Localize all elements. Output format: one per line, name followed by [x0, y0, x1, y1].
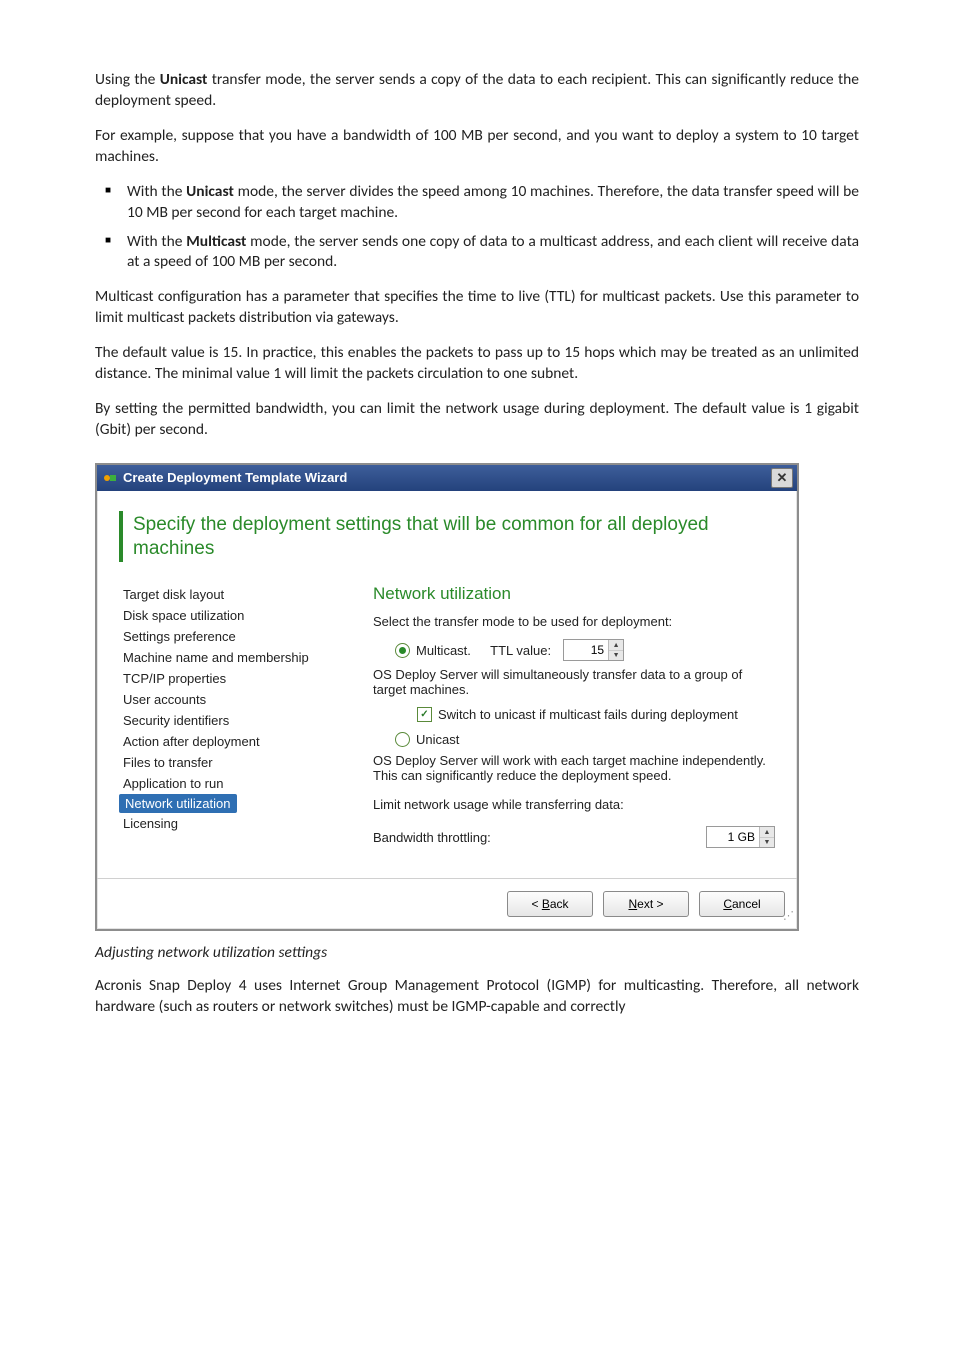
sidebar-item-user-accounts[interactable]: User accounts: [119, 689, 349, 710]
paragraph: By setting the permitted bandwidth, you …: [95, 399, 859, 441]
wizard-icon: [103, 471, 117, 485]
figure-caption: Adjusting network utilization settings: [95, 943, 859, 962]
bandwidth-input[interactable]: [707, 827, 759, 847]
bandwidth-spin-up-icon[interactable]: ▲: [760, 827, 774, 837]
next-button[interactable]: Next >: [603, 891, 689, 917]
ttl-spin[interactable]: ▲ ▼: [563, 639, 624, 661]
limit-label: Limit network usage while transferring d…: [373, 797, 775, 812]
sidebar-item-disk-space-utilization[interactable]: Disk space utilization: [119, 605, 349, 626]
ttl-input[interactable]: [564, 640, 608, 660]
back-button[interactable]: < Back: [507, 891, 593, 917]
unicast-description: OS Deploy Server will work with each tar…: [373, 753, 775, 783]
sidebar-item-target-disk-layout[interactable]: Target disk layout: [119, 584, 349, 605]
sidebar-item-security-identifiers[interactable]: Security identifiers: [119, 710, 349, 731]
select-prompt: Select the transfer mode to be used for …: [373, 614, 775, 629]
bandwidth-spin-down-icon[interactable]: ▼: [760, 837, 774, 848]
bullet-list: With the Unicast mode, the server divide…: [95, 182, 859, 274]
paragraph: The default value is 15. In practice, th…: [95, 343, 859, 385]
titlebar[interactable]: Create Deployment Template Wizard ✕: [97, 465, 797, 491]
ttl-label: TTL value:: [490, 643, 551, 658]
sidebar-item-application-to-run[interactable]: Application to run: [119, 773, 349, 794]
sidebar-item-action-after-deployment[interactable]: Action after deployment: [119, 731, 349, 752]
switch-unicast-label: Switch to unicast if multicast fails dur…: [438, 707, 738, 722]
dialog-heading: Specify the deployment settings that wil…: [119, 511, 775, 563]
panel-title: Network utilization: [373, 584, 775, 604]
sidebar-item-licensing[interactable]: Licensing: [119, 813, 349, 834]
multicast-description: OS Deploy Server will simultaneously tra…: [373, 667, 775, 697]
close-button[interactable]: ✕: [771, 468, 793, 488]
multicast-radio-row[interactable]: Multicast. TTL value: ▲ ▼: [395, 639, 775, 661]
titlebar-text: Create Deployment Template Wizard: [123, 470, 347, 485]
document-body: Using the Unicast transfer mode, the ser…: [95, 70, 859, 441]
sidebar-item-settings-preference[interactable]: Settings preference: [119, 626, 349, 647]
unicast-label: Unicast: [416, 732, 459, 747]
bandwidth-label: Bandwidth throttling:: [373, 830, 491, 845]
wizard-button-bar: < Back Next > Cancel ⋰: [97, 878, 797, 929]
ttl-spin-down-icon[interactable]: ▼: [609, 650, 623, 661]
unicast-radio[interactable]: [395, 732, 410, 747]
unicast-radio-row[interactable]: Unicast: [395, 732, 775, 747]
switch-unicast-row[interactable]: ✓ Switch to unicast if multicast fails d…: [417, 707, 775, 722]
ttl-spin-up-icon[interactable]: ▲: [609, 640, 623, 650]
bandwidth-row: Bandwidth throttling: ▲ ▼: [373, 826, 775, 848]
paragraph: Using the Unicast transfer mode, the ser…: [95, 70, 859, 112]
switch-unicast-checkbox[interactable]: ✓: [417, 707, 432, 722]
list-item: With the Unicast mode, the server divide…: [127, 182, 859, 224]
settings-sidebar: Target disk layout Disk space utilizatio…: [119, 584, 349, 848]
resize-grip-icon[interactable]: ⋰: [781, 913, 793, 925]
cancel-button[interactable]: Cancel: [699, 891, 785, 917]
settings-panel: Network utilization Select the transfer …: [373, 584, 775, 848]
document-body-continued: Acronis Snap Deploy 4 uses Internet Grou…: [95, 976, 859, 1018]
paragraph: For example, suppose that you have a ban…: [95, 126, 859, 168]
paragraph: Multicast configuration has a parameter …: [95, 287, 859, 329]
sidebar-item-tcpip-properties[interactable]: TCP/IP properties: [119, 668, 349, 689]
paragraph: Acronis Snap Deploy 4 uses Internet Grou…: [95, 976, 859, 1018]
sidebar-item-machine-name-membership[interactable]: Machine name and membership: [119, 647, 349, 668]
close-icon: ✕: [777, 470, 788, 486]
list-item: With the Multicast mode, the server send…: [127, 232, 859, 274]
wizard-dialog: Create Deployment Template Wizard ✕ Spec…: [95, 463, 799, 932]
multicast-label: Multicast.: [416, 643, 471, 658]
sidebar-item-network-utilization[interactable]: Network utilization: [119, 794, 237, 813]
multicast-radio[interactable]: [395, 643, 410, 658]
bandwidth-spin[interactable]: ▲ ▼: [706, 826, 775, 848]
sidebar-item-files-to-transfer[interactable]: Files to transfer: [119, 752, 349, 773]
